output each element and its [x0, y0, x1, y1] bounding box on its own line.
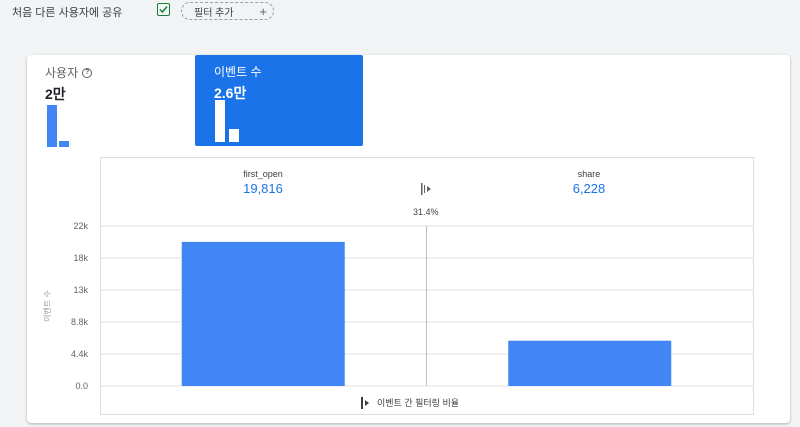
y-tick-label: 4.4k — [71, 349, 89, 359]
y-tick-label: 0.0 — [75, 381, 88, 391]
funnel-card: 사용자 ? 2만 이벤트 수 2.6만 first_open 19,816 sh… — [27, 55, 790, 423]
legend-label: 이벤트 간 필터링 비율 — [377, 398, 460, 408]
y-tick-label: 22k — [73, 221, 88, 231]
compare-dropdown[interactable]: 처음 다른 사용자에 공유 — [12, 4, 122, 20]
check-icon[interactable] — [157, 3, 170, 16]
chart-legend[interactable]: 이벤트 간 필터링 비율 — [361, 396, 459, 409]
y-tick-label: 13k — [73, 285, 88, 295]
legend-arrow-icon — [365, 399, 369, 406]
compare-dropdown-label: 처음 다른 사용자에 공유 — [12, 7, 123, 19]
plus-icon: + — [259, 4, 267, 19]
funnel-bar-chart: 0.0 4.4k 8.8k 13k 18k 22k 이벤트 수 — [42, 221, 753, 391]
y-tick-label: 18k — [73, 253, 88, 263]
add-filter-label: 필터 추가 — [194, 7, 234, 19]
y-axis-title: 이벤트 수 — [42, 290, 52, 322]
add-filter-chip[interactable]: 필터 추가 + — [181, 2, 274, 20]
y-tick-label: 8.8k — [71, 317, 89, 327]
top-toolbar: 처음 다른 사용자에 공유 필터 추가 + — [0, 0, 800, 24]
bar-first-open — [181, 241, 345, 386]
legend-bar-glyph — [361, 396, 363, 409]
bar-share — [508, 340, 672, 386]
